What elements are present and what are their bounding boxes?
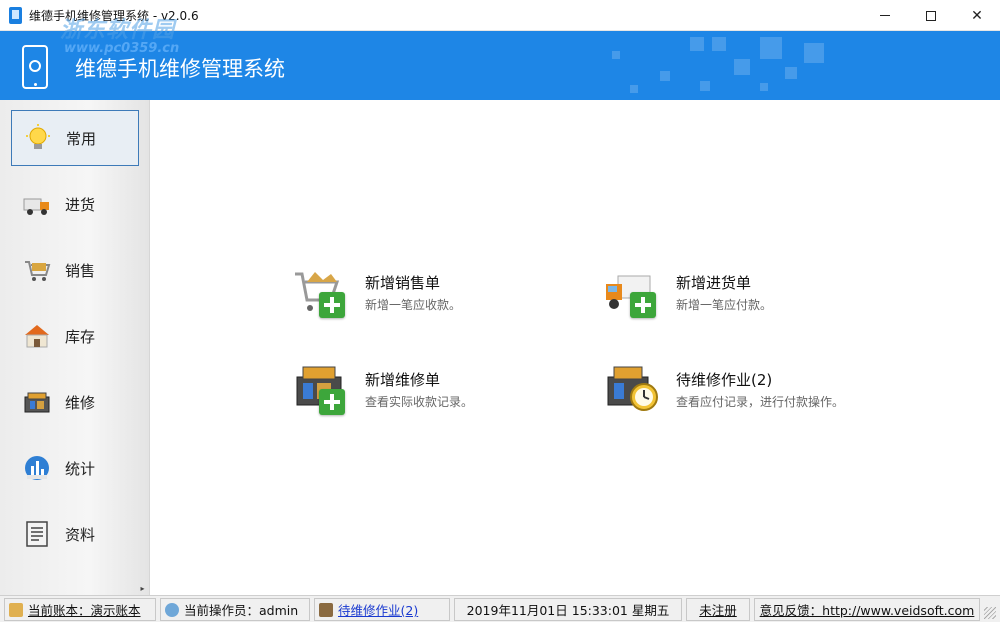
status-operator-text: 当前操作员：admin (184, 603, 299, 618)
decor-square (760, 37, 782, 59)
status-bar: 当前账本：演示账本 当前操作员：admin 待维修作业(2) 2019年11月0… (0, 595, 1000, 622)
toolbox-icon (23, 388, 51, 416)
sidebar-scroll-right-icon[interactable]: ▸ (138, 584, 147, 593)
sidebar-item-statistics[interactable]: 统计 (11, 440, 139, 496)
action-title: 新增进货单 (676, 274, 752, 292)
new-purchase-order-action[interactable]: 新增进货单 新增一笔应付款。 (604, 266, 864, 326)
decor-square (785, 67, 797, 79)
cart-add-icon (293, 266, 349, 318)
sidebar-item-label: 维修 (65, 393, 96, 412)
chart-icon (23, 454, 51, 482)
status-operator: 当前操作员：admin (160, 598, 310, 621)
minimize-icon (880, 15, 890, 16)
sidebar-item-label: 统计 (65, 459, 96, 478)
status-datetime: 2019年11月01日 15:33:01 星期五 (454, 598, 682, 621)
decor-square (690, 37, 704, 51)
action-title: 新增维修单 (365, 371, 441, 389)
truck-add-icon (604, 266, 660, 318)
pending-repair-jobs-action[interactable]: 待维修作业(2) 查看应付记录，进行付款操作。 (604, 363, 864, 423)
status-datetime-text: 2019年11月01日 15:33:01 星期五 (466, 603, 670, 618)
action-title: 待维修作业(2) (676, 371, 773, 389)
phone-gear-logo-icon (22, 45, 48, 89)
document-icon (23, 520, 51, 548)
status-pending-link[interactable]: 待维修作业(2) (314, 598, 450, 621)
decor-square (712, 37, 726, 51)
app-icon (9, 7, 22, 24)
new-repair-order-action[interactable]: 新增维修单 查看实际收款记录。 (293, 363, 553, 423)
toolbox-clock-icon (604, 363, 660, 415)
decor-square (630, 85, 638, 93)
bulb-icon (24, 124, 52, 152)
status-pending-text: 待维修作业(2) (338, 603, 419, 618)
sidebar-item-label: 常用 (66, 129, 97, 148)
user-icon (165, 602, 179, 617)
sidebar: 常用 进货 销售 库存 维修 统计 资料 ▸ (0, 100, 150, 595)
toolbox-small-icon (319, 602, 333, 617)
ledger-icon (9, 602, 23, 617)
minimize-button[interactable] (862, 0, 908, 31)
sidebar-item-purchase[interactable]: 进货 (11, 176, 139, 232)
sidebar-item-label: 资料 (65, 525, 96, 544)
plus-icon (630, 292, 656, 318)
close-button[interactable]: ✕ (954, 0, 1000, 31)
decor-square (612, 51, 620, 59)
status-account[interactable]: 当前账本：演示账本 (4, 598, 156, 621)
plus-icon (319, 389, 345, 415)
sidebar-item-label: 销售 (65, 261, 96, 280)
decor-square (804, 43, 824, 63)
app-title: 维德手机维修管理系统 (75, 57, 285, 81)
watermark-url: www.pc0359.cn (64, 41, 180, 56)
decor-square (760, 83, 768, 91)
sidebar-item-sales[interactable]: 销售 (11, 242, 139, 298)
status-feedback[interactable]: 意见反馈：http://www.veidsoft.com (754, 598, 980, 621)
maximize-button[interactable] (908, 0, 954, 31)
warehouse-icon (23, 322, 51, 350)
action-title: 新增销售单 (365, 274, 441, 292)
resize-grip-icon[interactable] (984, 607, 996, 619)
decor-square (734, 59, 750, 75)
truck-icon (23, 190, 51, 218)
decor-square (700, 81, 710, 91)
main-panel: 新增销售单 新增一笔应收款。 新增进货单 新增一笔应付款。 新增维修单 查看实际… (151, 100, 1000, 595)
status-register[interactable]: 未注册 (686, 598, 750, 621)
sidebar-item-common[interactable]: 常用 (11, 110, 139, 166)
toolbox-add-icon (293, 363, 349, 415)
close-icon: ✕ (971, 7, 983, 24)
action-description: 查看实际收款记录。 (365, 395, 474, 409)
status-account-text: 当前账本：演示账本 (28, 603, 141, 618)
new-sales-order-action[interactable]: 新增销售单 新增一笔应收款。 (293, 266, 553, 326)
decor-square (660, 71, 670, 81)
sidebar-item-label: 进货 (65, 195, 96, 214)
cart-icon (23, 256, 51, 284)
plus-icon (319, 292, 345, 318)
maximize-icon (926, 10, 936, 21)
action-description: 查看应付记录，进行付款操作。 (676, 395, 845, 409)
status-feedback-text: 意见反馈：http://www.veidsoft.com (759, 603, 975, 618)
sidebar-item-data[interactable]: 资料 (11, 506, 139, 562)
sidebar-item-repair[interactable]: 维修 (11, 374, 139, 430)
action-description: 新增一笔应收款。 (365, 298, 462, 312)
watermark-text: 浙东软件园 (60, 18, 176, 43)
sidebar-item-inventory[interactable]: 库存 (11, 308, 139, 364)
status-register-text: 未注册 (699, 603, 737, 618)
action-description: 新增一笔应付款。 (676, 298, 773, 312)
sidebar-item-label: 库存 (65, 327, 96, 346)
